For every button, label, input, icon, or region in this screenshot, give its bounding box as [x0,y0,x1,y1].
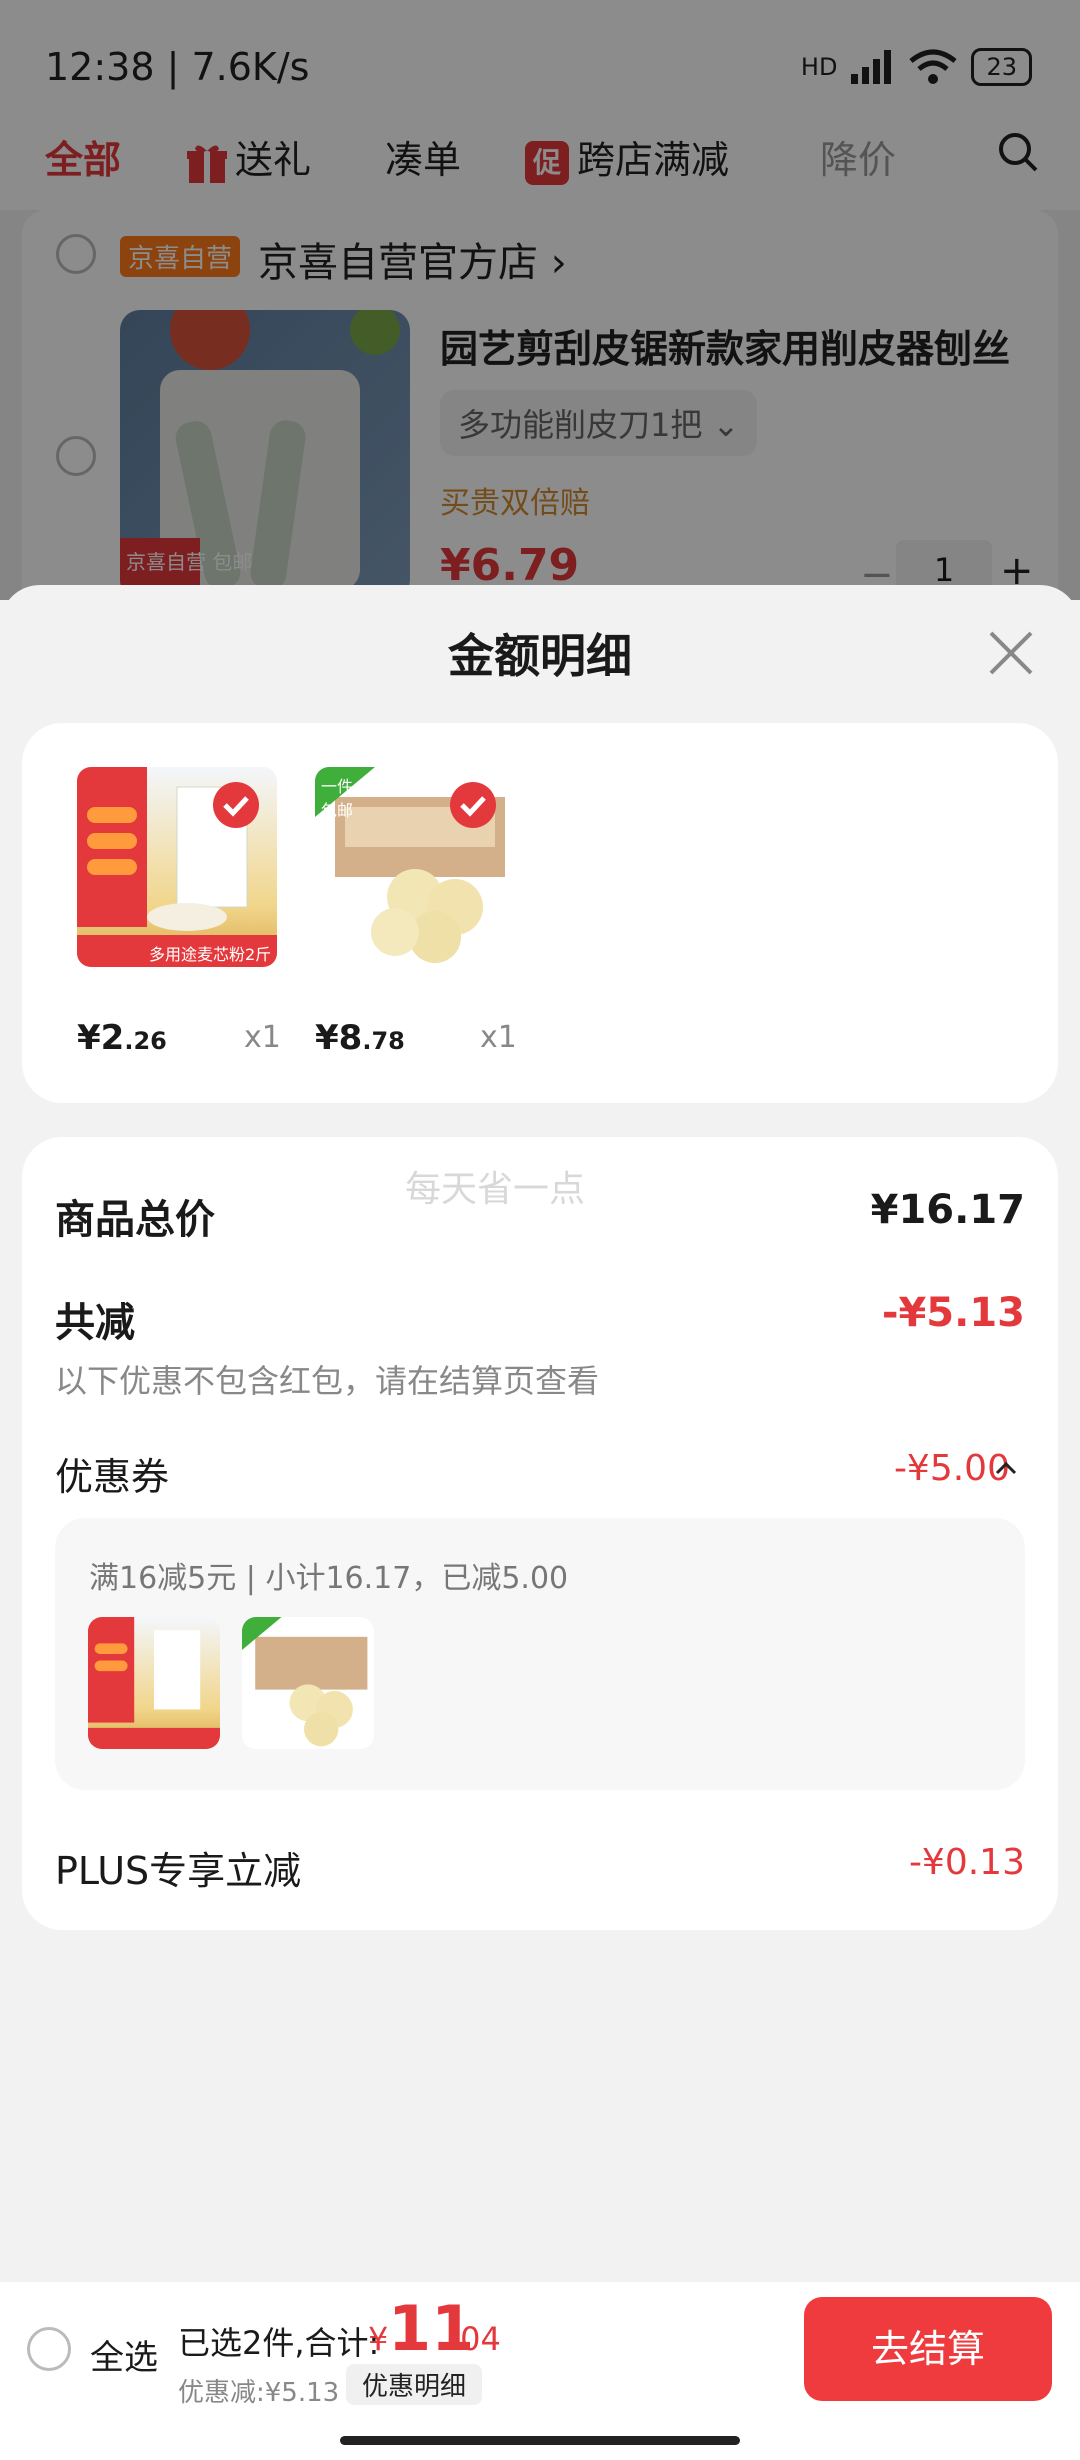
item-selected-check-icon[interactable] [450,782,496,828]
chevron-up-icon[interactable] [994,1460,1018,1476]
discount-label: 共减 [55,1300,135,1346]
discount-detail-button[interactable]: 优惠明细 [346,2364,483,2405]
modal-scrim[interactable] [0,0,1080,600]
close-icon[interactable] [986,628,1036,678]
discount-value: -¥5.13 [881,1290,1025,1336]
select-all-label[interactable]: 全选 [90,2330,158,2379]
flour-illustration [88,1617,220,1749]
item-image-label: 一件包邮 [321,777,354,820]
item-price: ¥8.78 [315,1018,405,1058]
total-price-label: 商品总价 [55,1197,215,1243]
coupon-item-thumbnail [88,1617,220,1749]
bun-box-illustration [242,1617,368,1747]
home-indicator[interactable] [340,2436,740,2445]
total-currency: ¥ [368,2320,389,2358]
total-amount-decimal: .04 [450,2320,501,2358]
select-all-radio[interactable] [27,2327,71,2371]
coupon-item-thumbnail [242,1617,374,1749]
coupon-info: 满16减5元 | 小计16.17，已减5.00 [89,1561,569,1596]
plus-discount-label: PLUS专享立减 [55,1849,302,1893]
checkout-button[interactable]: 去结算 [804,2297,1052,2401]
coupon-value[interactable]: -¥5.00 [894,1448,1010,1489]
plus-discount-value: -¥0.13 [908,1842,1025,1883]
watermark: 每天省一点 [405,1169,586,1210]
item-qty: x1 [480,1020,517,1055]
sheet-title: 金额明细 [448,629,632,683]
item-selected-check-icon[interactable] [213,782,259,828]
coupon-label: 优惠券 [55,1455,170,1499]
item-image-label: 多用途麦芯粉2斤 [149,945,272,964]
discount-note: 以下优惠不包含红包，请在结算页查看 [55,1362,600,1400]
total-price-value: ¥16.17 [870,1187,1025,1233]
item-price: ¥2.26 [77,1018,167,1058]
selected-count: 已选2件,合计: [178,2324,380,2362]
discount-summary: 优惠减:¥5.13 [178,2378,340,2408]
item-qty: x1 [244,1020,281,1055]
